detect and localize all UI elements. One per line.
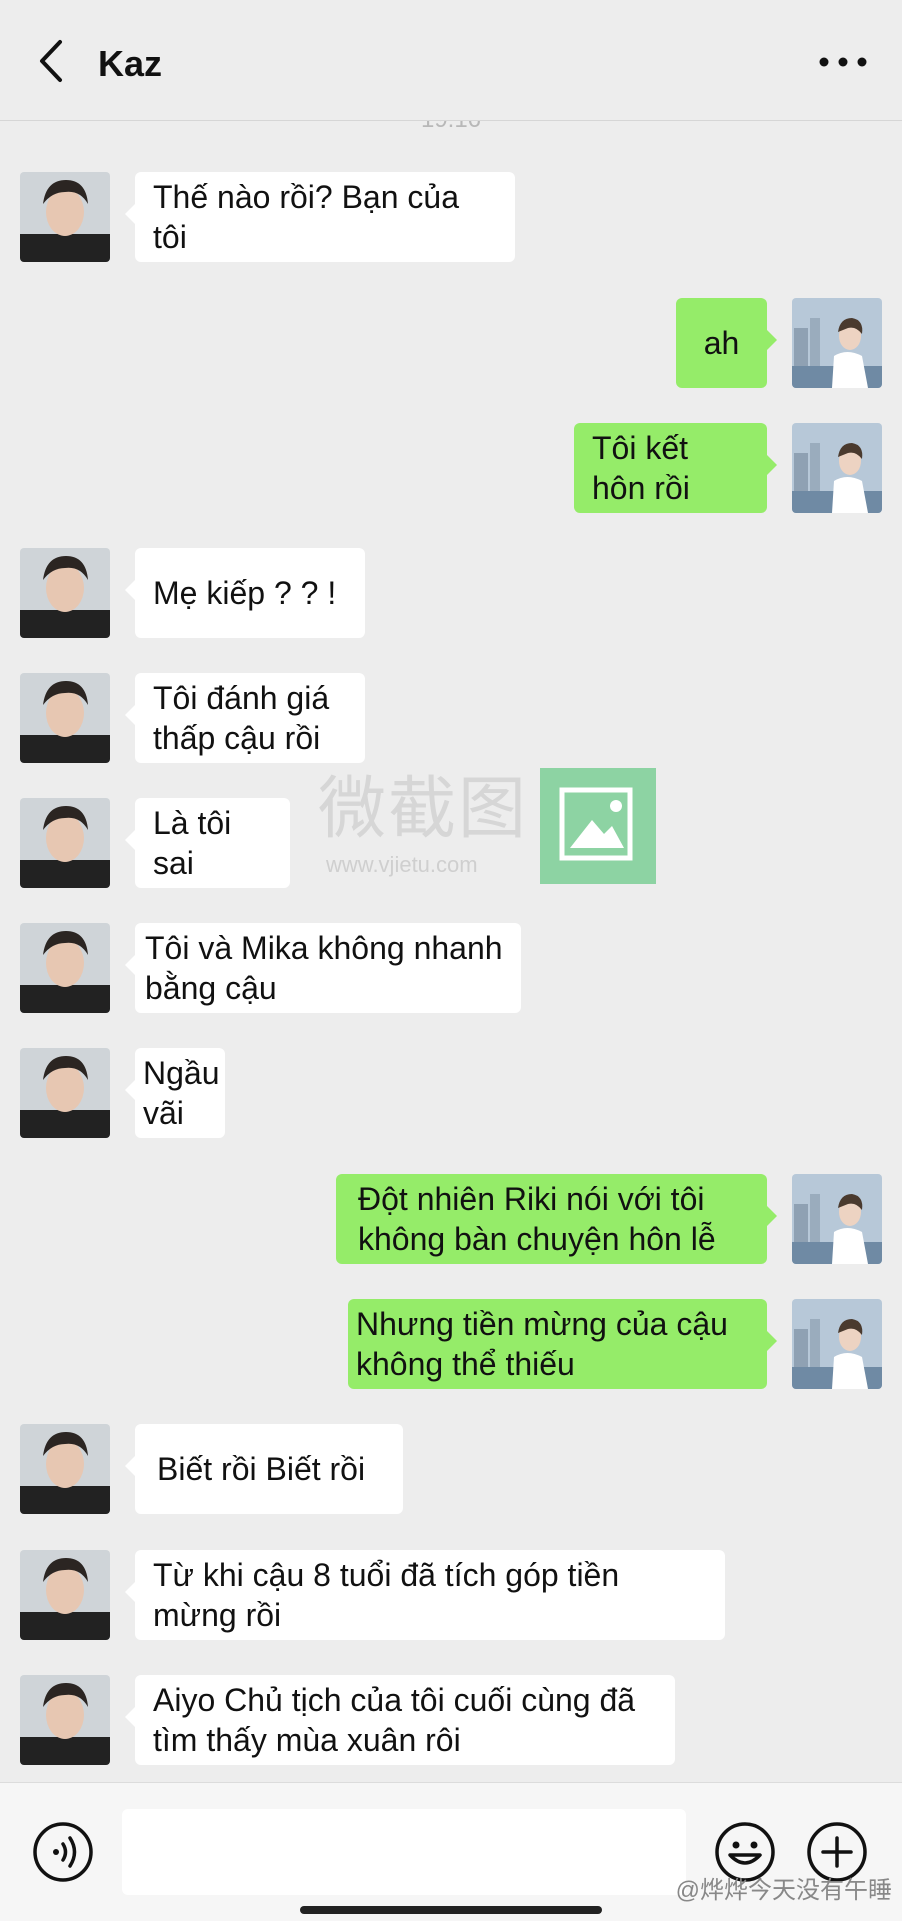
message-input[interactable]: [122, 1809, 686, 1895]
self-avatar[interactable]: [792, 423, 882, 513]
message-bubble[interactable]: Tôi và Mika không nhanh bằng cậu: [125, 923, 521, 1013]
message-bubble[interactable]: Từ khi cậu 8 tuổi đã tích góp tiền mừng …: [125, 1550, 725, 1640]
friend-avatar[interactable]: [20, 1550, 110, 1640]
chat-header: Kaz: [0, 0, 902, 121]
message-bubble[interactable]: Tôi đánh giá thấp cậu rồi: [125, 673, 365, 763]
home-indicator: [300, 1906, 602, 1914]
message-bubble[interactable]: Ngầu vãi: [125, 1048, 225, 1138]
message-bubble[interactable]: Là tôi sai: [125, 798, 290, 888]
friend-avatar[interactable]: [20, 923, 110, 1013]
voice-icon[interactable]: [32, 1821, 94, 1883]
watermark-image-icon: [540, 768, 656, 884]
friend-avatar[interactable]: [20, 1048, 110, 1138]
friend-avatar[interactable]: [20, 1424, 110, 1514]
watermark: 微截图 www.vjietu.com: [318, 768, 658, 890]
friend-avatar[interactable]: [20, 172, 110, 262]
message-bubble[interactable]: Biết rồi Biết rồi: [125, 1424, 403, 1514]
self-avatar[interactable]: [792, 1299, 882, 1389]
message-bubble[interactable]: Tôi kết hôn rồi: [574, 423, 777, 513]
message-bubble[interactable]: Mẹ kiếp ? ? !: [125, 548, 365, 638]
friend-avatar[interactable]: [20, 548, 110, 638]
back-arrow-icon[interactable]: [30, 36, 74, 86]
message-bubble[interactable]: Nhưng tiền mừng của cậu không thể thiếu: [348, 1299, 777, 1389]
more-dots-icon[interactable]: [818, 52, 868, 72]
friend-avatar[interactable]: [20, 798, 110, 888]
self-avatar[interactable]: [792, 298, 882, 388]
self-avatar[interactable]: [792, 1174, 882, 1264]
message-bubble[interactable]: ah: [676, 298, 777, 388]
chat-title: Kaz: [98, 43, 163, 84]
message-bubble[interactable]: Aiyo Chủ tịch của tôi cuối cùng đã tìm t…: [125, 1675, 675, 1765]
friend-avatar[interactable]: [20, 1675, 110, 1765]
watermark-url: www.vjietu.com: [326, 852, 478, 877]
source-credit: @烨烨今天没有午睡: [675, 1877, 892, 1904]
message-bubble[interactable]: Đột nhiên Riki nói với tôi không bàn chu…: [336, 1174, 777, 1264]
watermark-text: 微截图: [318, 770, 529, 849]
friend-avatar[interactable]: [20, 673, 110, 763]
message-bubble[interactable]: Thế nào rồi? Bạn của tôi: [125, 172, 515, 262]
